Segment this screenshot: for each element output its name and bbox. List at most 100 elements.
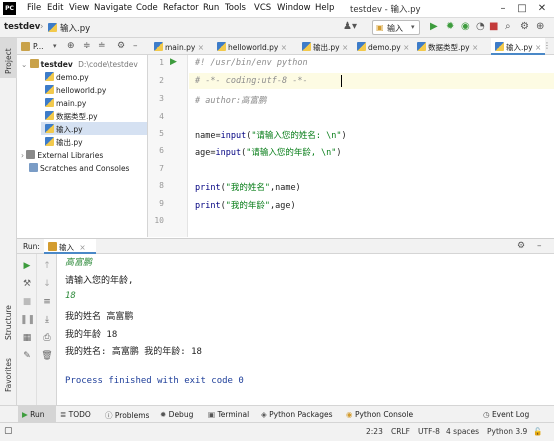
coverage-icon[interactable]: ◉ bbox=[461, 21, 470, 33]
trash-icon[interactable]: 🗑 bbox=[40, 350, 54, 362]
stop-icon[interactable]: ■ bbox=[489, 21, 498, 33]
tree-file-demo[interactable]: demo.py bbox=[45, 72, 89, 82]
pin-icon[interactable]: ✎ bbox=[20, 350, 34, 362]
tool-todo[interactable]: ≣ TODO bbox=[60, 410, 91, 419]
chevron-down-icon[interactable]: ▾ bbox=[53, 42, 57, 50]
menu-vcs[interactable]: VCS bbox=[254, 3, 271, 13]
menu-file[interactable]: File bbox=[27, 3, 41, 13]
collapse-all-icon[interactable]: ≐ bbox=[98, 41, 106, 51]
status-indent[interactable]: 4 spaces bbox=[446, 427, 479, 436]
layout-icon[interactable]: ▦ bbox=[20, 332, 34, 344]
code-editor[interactable]: #! /usr/bin/env python # -*- coding:utf-… bbox=[189, 55, 554, 237]
print-icon[interactable]: ⎙ bbox=[40, 332, 54, 344]
code-line-3: # author:高富鹏 bbox=[195, 96, 267, 106]
structure-tool-button[interactable]: Structure bbox=[0, 296, 17, 342]
close-icon[interactable]: × bbox=[342, 43, 348, 52]
python-file-icon bbox=[302, 42, 311, 51]
arrow-down-icon[interactable]: ↓ bbox=[40, 278, 54, 290]
tool-debug[interactable]: ✹ Debug bbox=[160, 410, 193, 419]
toggle-tool-windows-icon[interactable]: ▢ bbox=[4, 426, 13, 436]
project-view-select[interactable]: P... bbox=[33, 42, 44, 51]
tool-terminal[interactable]: ▣ Terminal bbox=[208, 410, 249, 419]
tab-datatype[interactable]: 数据类型.py × bbox=[413, 38, 482, 55]
tree-file-input-selected[interactable]: 输入.py bbox=[41, 122, 147, 135]
close-icon[interactable]: × bbox=[198, 43, 204, 52]
expand-all-icon[interactable]: ≑ bbox=[83, 41, 91, 51]
menu-edit[interactable]: Edit bbox=[47, 3, 63, 13]
close-icon[interactable]: × bbox=[281, 43, 287, 52]
tab-main[interactable]: main.py × bbox=[150, 38, 208, 55]
more-tabs-icon[interactable]: ⋮ bbox=[543, 41, 551, 50]
project-tool-button[interactable]: Project bbox=[0, 38, 17, 78]
gear-icon[interactable]: ⚙ bbox=[117, 41, 125, 51]
python-file-icon bbox=[217, 42, 226, 51]
maximize-icon[interactable]: □ bbox=[513, 1, 531, 17]
search-icon[interactable]: ⌕ bbox=[505, 21, 511, 33]
status-line-separator[interactable]: CRLF bbox=[391, 427, 410, 436]
tool-run[interactable]: ▶ Run bbox=[22, 410, 45, 419]
profile-icon[interactable]: ◔ bbox=[476, 21, 485, 33]
tool-python-packages[interactable]: ◈ Python Packages bbox=[261, 410, 333, 419]
tool-python-console[interactable]: ◉ Python Console bbox=[346, 410, 413, 419]
lock-icon[interactable]: 🔓 bbox=[533, 427, 542, 436]
tab-input-active[interactable]: 输入.py × bbox=[491, 38, 546, 55]
pause-icon[interactable]: ❚❚ bbox=[20, 314, 35, 326]
menu-view[interactable]: View bbox=[69, 3, 89, 13]
tree-file-output[interactable]: 输出.py bbox=[45, 137, 83, 148]
run-tab-input[interactable]: 输入 × bbox=[44, 239, 96, 254]
favorites-tool-label: Favorites bbox=[4, 358, 13, 392]
menu-code[interactable]: Code bbox=[136, 3, 158, 13]
minimize-icon[interactable]: – bbox=[494, 1, 512, 17]
tree-file-label: demo.py bbox=[56, 73, 89, 82]
tab-output[interactable]: 输出.py × bbox=[298, 38, 352, 55]
menu-run[interactable]: Run bbox=[203, 3, 219, 13]
tree-root[interactable]: ⌄ testdev D:\code\testdev bbox=[21, 59, 138, 69]
breadcrumb-file[interactable]: 输入.py bbox=[60, 22, 90, 34]
close-icon[interactable]: × bbox=[472, 43, 478, 52]
hide-icon[interactable]: – bbox=[133, 41, 138, 51]
console-exit-line: Process finished with exit code 0 bbox=[65, 376, 244, 386]
run-config-select[interactable]: ▣ 输入 ▾ bbox=[372, 20, 420, 35]
favorites-tool-button[interactable]: Favorites bbox=[0, 354, 17, 394]
rerun-icon[interactable]: ▶ bbox=[20, 260, 34, 272]
run-icon[interactable]: ▶ bbox=[430, 21, 438, 33]
close-icon[interactable]: ✕ bbox=[533, 1, 551, 17]
menu-tools[interactable]: Tools bbox=[225, 3, 246, 13]
settings-icon[interactable]: ⚙ bbox=[520, 21, 529, 33]
python-file-icon bbox=[417, 42, 426, 51]
breadcrumb-project[interactable]: testdev bbox=[4, 22, 40, 32]
tool-problems[interactable]: ⓘ Problems bbox=[105, 410, 149, 421]
status-encoding[interactable]: UTF-8 bbox=[418, 427, 440, 436]
tree-scratches[interactable]: Scratches and Consoles bbox=[29, 163, 129, 173]
debug-icon[interactable]: ✹ bbox=[446, 21, 454, 33]
menu-navigate[interactable]: Navigate bbox=[94, 3, 132, 13]
menu-refactor[interactable]: Refactor bbox=[163, 3, 199, 13]
wrench-icon[interactable]: ⚒ bbox=[20, 278, 34, 290]
close-icon[interactable]: × bbox=[535, 43, 541, 52]
close-icon[interactable]: × bbox=[403, 43, 409, 52]
soft-wrap-icon[interactable]: ≡ bbox=[40, 296, 54, 308]
locate-icon[interactable]: ⊕ bbox=[67, 41, 75, 51]
tree-external-libraries[interactable]: › External Libraries bbox=[21, 150, 103, 160]
run-gutter-icon[interactable]: ▶ bbox=[170, 57, 177, 67]
menu-window[interactable]: Window bbox=[277, 3, 311, 13]
arrow-up-icon[interactable]: ↑ bbox=[40, 260, 54, 272]
scroll-to-end-icon[interactable]: ⤓ bbox=[40, 314, 54, 326]
status-interpreter[interactable]: Python 3.9 bbox=[487, 427, 527, 436]
close-icon[interactable]: × bbox=[79, 243, 85, 252]
code-line-8: print("我的姓名",name) bbox=[195, 183, 301, 193]
tab-demo[interactable]: demo.py × bbox=[353, 38, 413, 55]
hide-icon[interactable]: – bbox=[537, 241, 542, 251]
tree-file-helloworld[interactable]: helloworld.py bbox=[45, 85, 106, 95]
tree-file-main[interactable]: main.py bbox=[45, 98, 86, 108]
status-caret-position[interactable]: 2:23 bbox=[366, 427, 383, 436]
run-console-output[interactable]: 高富鹏 请输入您的年龄, 18 我的姓名 高富鹏 我的年龄 18 我的姓名: 高… bbox=[57, 254, 554, 405]
stop-icon[interactable]: ■ bbox=[20, 296, 34, 308]
tool-event-log[interactable]: ◷ Event Log bbox=[483, 410, 529, 419]
gear-icon[interactable]: ⚙ bbox=[517, 241, 525, 251]
tree-file-datatype[interactable]: 数据类型.py bbox=[45, 111, 98, 122]
menu-help[interactable]: Help bbox=[315, 3, 334, 13]
code-with-me-icon[interactable]: ⊕ bbox=[536, 21, 544, 33]
tab-helloworld[interactable]: helloworld.py × bbox=[213, 38, 291, 55]
user-icon[interactable]: ♟▾ bbox=[343, 21, 357, 33]
